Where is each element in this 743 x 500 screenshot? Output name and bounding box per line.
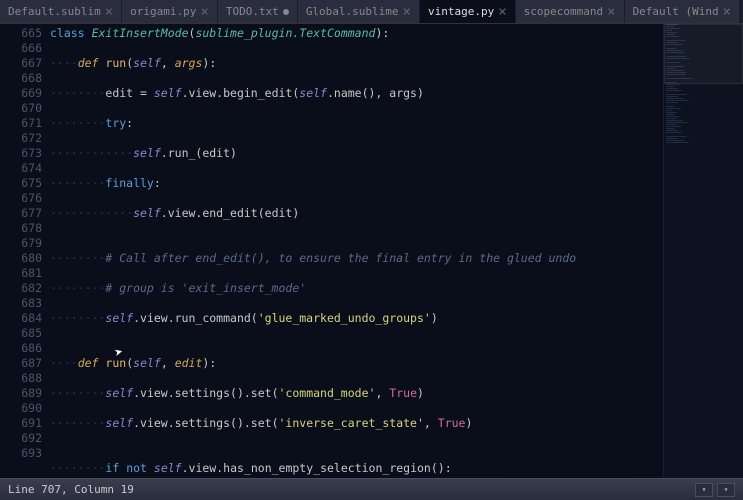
line-number: 691 xyxy=(0,416,42,431)
line-number: 670 xyxy=(0,101,42,116)
minimap-viewport[interactable] xyxy=(664,24,743,84)
line-number: 682 xyxy=(0,281,42,296)
status-dropdown-button[interactable]: ▾ xyxy=(695,483,713,497)
editor-area: 665 666 667 668 669 670 671 672 673 674 … xyxy=(0,24,743,478)
line-number: 679 xyxy=(0,236,42,251)
tab-default-windows[interactable]: Default (Wind× xyxy=(625,0,741,23)
line-number: 668 xyxy=(0,71,42,86)
line-number: 680 xyxy=(0,251,42,266)
line-number: 677 xyxy=(0,206,42,221)
line-number: 688 xyxy=(0,371,42,386)
line-number: 669 xyxy=(0,86,42,101)
line-number: 683 xyxy=(0,296,42,311)
tab-todo[interactable]: TODO.txt xyxy=(218,0,298,23)
line-number: 681 xyxy=(0,266,42,281)
close-icon[interactable]: × xyxy=(403,5,411,19)
line-number: 678 xyxy=(0,221,42,236)
line-number: 689 xyxy=(0,386,42,401)
status-dropdown-button[interactable]: ▾ xyxy=(717,483,735,497)
line-number: 667 xyxy=(0,56,42,71)
cursor-position: Line 707, Column 19 xyxy=(8,483,134,496)
line-number: 674 xyxy=(0,161,42,176)
line-number-gutter: 665 666 667 668 669 670 671 672 673 674 … xyxy=(0,24,50,478)
line-number: 666 xyxy=(0,41,42,56)
line-number: 692 xyxy=(0,431,42,446)
tab-bar: Default.sublim× origami.py× TODO.txt Glo… xyxy=(0,0,743,24)
tab-origami[interactable]: origami.py× xyxy=(122,0,218,23)
close-icon[interactable]: × xyxy=(105,5,113,19)
tab-scopecommand[interactable]: scopecommand× xyxy=(516,0,625,23)
line-number: 675 xyxy=(0,176,42,191)
tab-global-sublime[interactable]: Global.sublime× xyxy=(298,0,420,23)
line-number: 685 xyxy=(0,326,42,341)
line-number: 693 xyxy=(0,446,42,461)
close-icon[interactable]: × xyxy=(200,5,208,19)
dirty-dot-icon xyxy=(283,9,289,15)
line-number: 686 xyxy=(0,341,42,356)
line-number: 671 xyxy=(0,116,42,131)
code-editor-content[interactable]: class ExitInsertMode(sublime_plugin.Text… xyxy=(50,24,663,478)
line-number: 673 xyxy=(0,146,42,161)
line-number: 676 xyxy=(0,191,42,206)
line-number: 690 xyxy=(0,401,42,416)
line-number: 687 xyxy=(0,356,42,371)
tab-default-sublime[interactable]: Default.sublim× xyxy=(0,0,122,23)
line-number: 665 xyxy=(0,26,42,41)
minimap[interactable]: ▬▬▬▬▬▬▬▬▬▬▬▬▬▬▬▬▬▬▬▬▬▬▬▬▬▬▬▬▬▬▬▬▬▬▬▬▬▬▬▬… xyxy=(663,24,743,478)
line-number: 672 xyxy=(0,131,42,146)
status-bar: Line 707, Column 19 ▾ ▾ xyxy=(0,478,743,500)
line-number: 684 xyxy=(0,311,42,326)
close-icon[interactable]: × xyxy=(498,5,506,19)
close-icon[interactable]: × xyxy=(723,5,731,19)
tab-vintage[interactable]: vintage.py× xyxy=(420,0,516,23)
close-icon[interactable]: × xyxy=(607,5,615,19)
